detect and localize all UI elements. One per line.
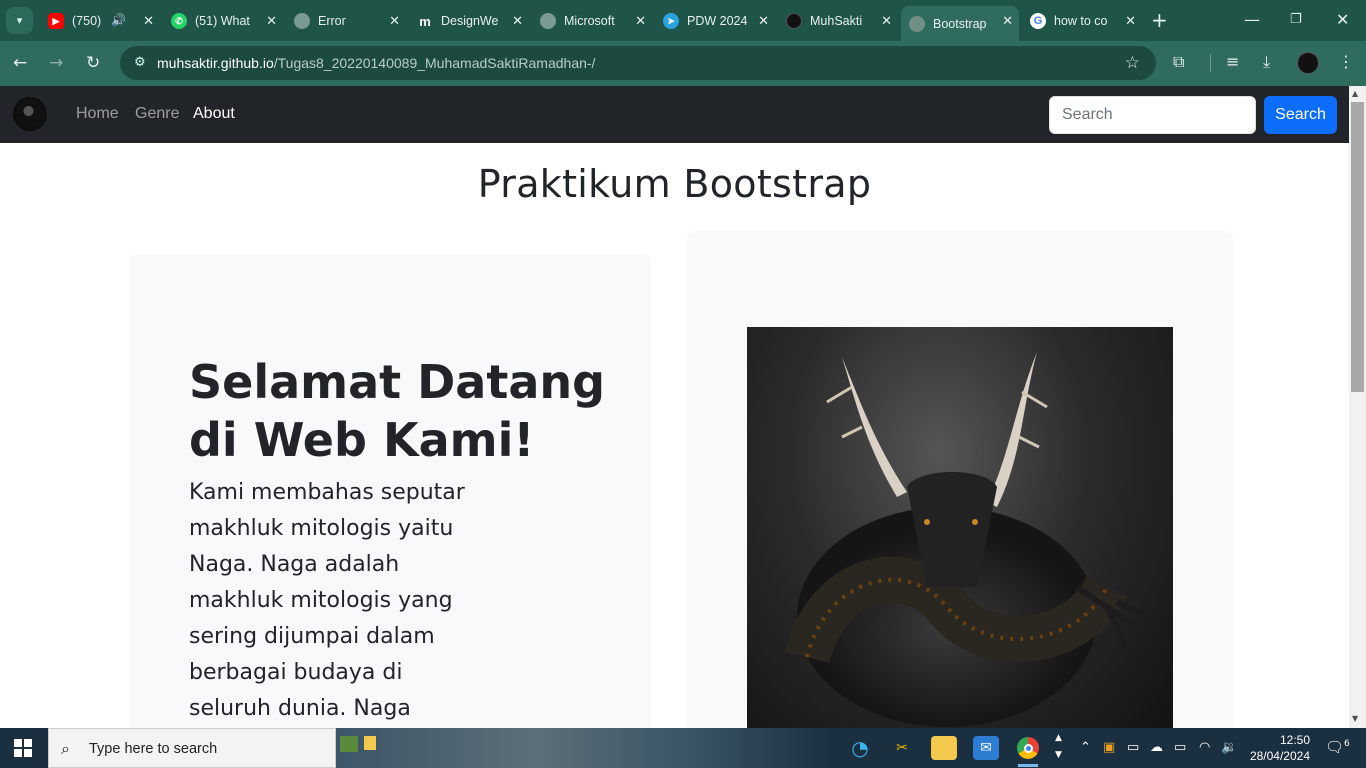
reload-icon[interactable]: ↻: [86, 53, 100, 73]
close-tab-icon[interactable]: ✕: [389, 13, 400, 29]
close-tab-icon[interactable]: ✕: [758, 13, 769, 29]
extensions-icon[interactable]: ⧉: [1173, 52, 1184, 72]
clock-time: 12:50: [1279, 733, 1310, 747]
address-bar[interactable]: ⚙ muhsaktir.github.io/Tugas8_20220140089…: [120, 46, 1156, 80]
taskbar-scroll-icon[interactable]: ▲ ▼: [1055, 730, 1062, 764]
chrome-icon[interactable]: [1015, 736, 1041, 767]
hero-heading: Selamat Datang di Web Kami!: [189, 355, 606, 467]
windows-taskbar: ⌕ Type here to search ◔ ✂ ✉ ▲ ▼ ⌃ ▣ ▭ ☁ ▭…: [0, 728, 1366, 768]
windows-start-icon[interactable]: [14, 739, 32, 757]
close-window-icon[interactable]: ✕: [1336, 10, 1349, 29]
designweb-icon: m: [419, 13, 431, 29]
close-tab-icon[interactable]: ✕: [266, 13, 277, 29]
menu-kebab-icon[interactable]: ⋮: [1338, 52, 1354, 71]
speaker-icon[interactable]: 🔊: [111, 13, 126, 27]
github-icon: [786, 13, 802, 29]
google-icon: G: [1030, 13, 1046, 29]
media-control-icon[interactable]: ≡: [1226, 52, 1239, 71]
close-tab-icon[interactable]: ✕: [1002, 13, 1013, 29]
search-highlight-banner[interactable]: [336, 728, 836, 768]
app-tray-icon[interactable]: ▣: [1103, 740, 1115, 755]
browser-tab-strip: ▾ ▶ (750) 🔊 ✕ ✆ (51) What ✕ Error ✕ m De…: [0, 0, 1366, 41]
close-tab-icon[interactable]: ✕: [881, 13, 892, 29]
close-tab-icon[interactable]: ✕: [635, 13, 646, 29]
youtube-icon: ▶: [48, 13, 64, 29]
page-scrollbar[interactable]: ▲ ▼: [1349, 86, 1366, 728]
taskbar-clock[interactable]: 12:50 28/04/2024: [1244, 732, 1310, 764]
globe-icon: [294, 13, 310, 29]
back-icon[interactable]: ←: [13, 53, 27, 73]
whatsapp-icon: ✆: [171, 13, 187, 29]
edge-icon[interactable]: ◔: [847, 736, 873, 760]
site-info-icon[interactable]: ⚙: [134, 55, 146, 70]
tab-telegram[interactable]: ➤ PDW 2024 ✕: [655, 6, 775, 36]
new-tab-button[interactable]: +: [1151, 10, 1168, 30]
restore-icon[interactable]: ❐: [1290, 12, 1302, 27]
file-explorer-icon[interactable]: [931, 736, 957, 760]
close-tab-icon[interactable]: ✕: [143, 13, 154, 29]
download-icon[interactable]: ⤓: [1263, 52, 1270, 72]
minimize-icon[interactable]: —: [1244, 10, 1260, 29]
tab-search-button[interactable]: ▾: [6, 7, 33, 34]
dragon-image: [747, 327, 1173, 728]
note-icon: [364, 736, 376, 750]
globe-icon: [540, 13, 556, 29]
banner-picture-icon: [340, 736, 358, 752]
volume-icon[interactable]: 🔉: [1221, 740, 1237, 755]
notification-count: 6: [1344, 739, 1350, 749]
tab-whatsapp[interactable]: ✆ (51) What ✕: [163, 6, 283, 36]
tab-github[interactable]: MuhSakti ✕: [778, 6, 898, 36]
image-card: [687, 231, 1233, 728]
scroll-thumb[interactable]: [1351, 102, 1364, 392]
show-hidden-icons-icon[interactable]: ⌃: [1080, 740, 1091, 755]
tab-microsoft[interactable]: Microsoft ✕: [532, 6, 652, 36]
telegram-icon: ➤: [663, 13, 679, 29]
globe-icon: [909, 15, 925, 32]
hero-paragraph: Kami membahas seputar makhluk mitologis …: [189, 480, 465, 721]
brand-logo[interactable]: [13, 97, 47, 131]
close-tab-icon[interactable]: ✕: [1125, 13, 1136, 29]
search-icon: ⌕: [61, 739, 70, 758]
onedrive-icon[interactable]: ☁: [1150, 740, 1163, 755]
search-button[interactable]: Search: [1264, 96, 1337, 134]
scroll-down-icon[interactable]: ▼: [1352, 714, 1358, 723]
battery-icon[interactable]: ▭: [1174, 740, 1186, 755]
clock-date: 28/04/2024: [1249, 749, 1310, 763]
taskbar-search-box[interactable]: ⌕ Type here to search: [48, 728, 336, 768]
snipping-tool-icon[interactable]: ✂: [889, 736, 915, 760]
bookmark-star-icon[interactable]: ☆: [1125, 53, 1140, 73]
browser-toolbar: ← → ↻ ⚙ muhsaktir.github.io/Tugas8_20220…: [0, 41, 1366, 86]
tab-google[interactable]: G how to co ✕: [1022, 6, 1142, 36]
forward-icon[interactable]: →: [49, 53, 63, 73]
page-title: Praktikum Bootstrap: [477, 162, 872, 206]
search-input[interactable]: [1049, 96, 1256, 134]
url-text: muhsaktir.github.io/Tugas8_20220140089_M…: [157, 55, 596, 71]
page-viewport: Home Genre About Search Praktikum Bootst…: [0, 86, 1349, 728]
mail-icon[interactable]: ✉: [973, 736, 999, 760]
tab-bootstrap-active[interactable]: Bootstrap ✕: [901, 6, 1019, 41]
wifi-icon[interactable]: ◠: [1199, 740, 1210, 755]
nav-link-about[interactable]: About: [193, 105, 235, 123]
nav-link-genre[interactable]: Genre: [135, 105, 179, 123]
nav-link-home[interactable]: Home: [76, 105, 119, 123]
scroll-up-icon[interactable]: ▲: [1352, 89, 1358, 98]
notification-center-icon[interactable]: 🗨6: [1325, 738, 1350, 756]
tab-designweb[interactable]: m DesignWe ✕: [409, 6, 529, 36]
close-tab-icon[interactable]: ✕: [512, 13, 523, 29]
tab-youtube[interactable]: ▶ (750) 🔊 ✕: [40, 6, 160, 36]
meet-now-icon[interactable]: ▭: [1127, 740, 1139, 755]
profile-avatar[interactable]: [1297, 52, 1319, 74]
navbar: Home Genre About Search: [0, 86, 1349, 143]
intro-card: Selamat Datang di Web Kami! Kami membaha…: [129, 254, 651, 728]
tab-error[interactable]: Error ✕: [286, 6, 406, 36]
